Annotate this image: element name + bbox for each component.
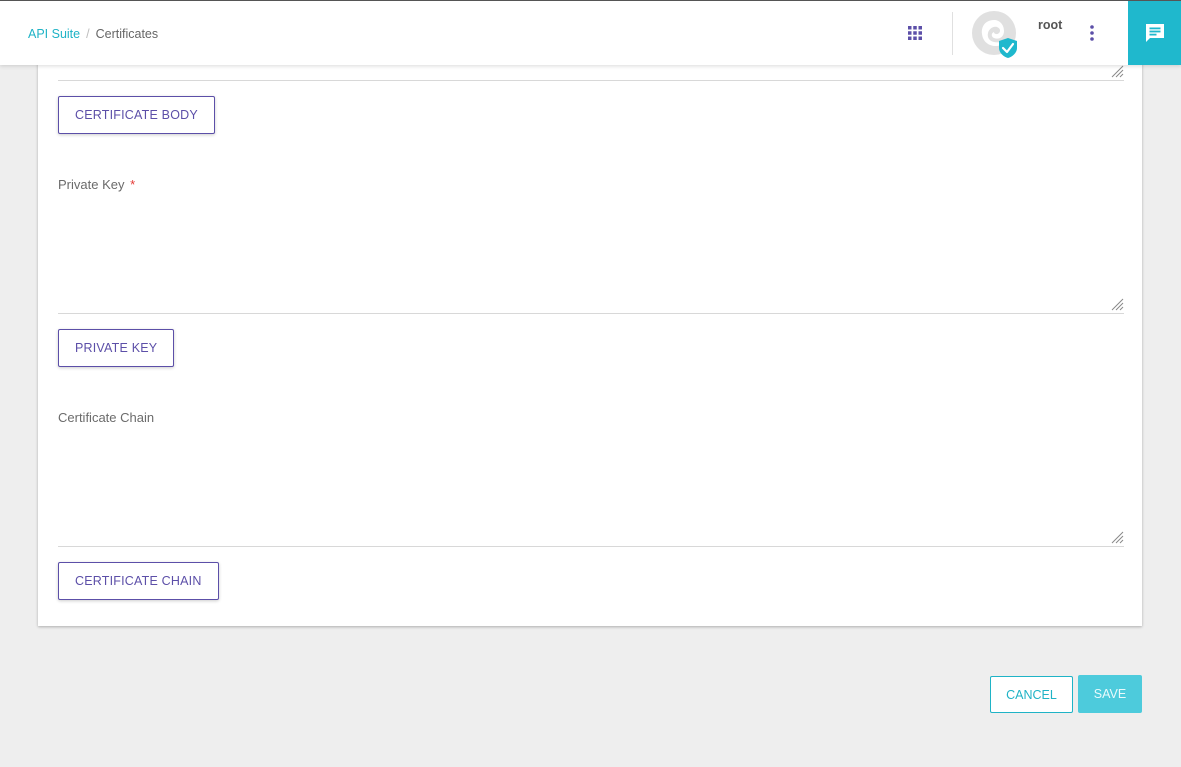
required-marker: *	[130, 177, 136, 192]
private-key-label: Private Key *	[58, 177, 135, 192]
resize-grip-icon[interactable]	[1110, 530, 1124, 544]
certificate-form-card: CERTIFICATE BODY Private Key * PRIVATE K…	[38, 0, 1142, 626]
save-button[interactable]: SAVE	[1078, 675, 1142, 713]
top-header: API Suite / Certificates root	[0, 0, 1181, 65]
resize-grip-icon[interactable]	[1110, 64, 1124, 78]
certificate-chain-label-text: Certificate Chain	[58, 410, 155, 425]
header-divider	[952, 12, 953, 55]
cancel-button[interactable]: CANCEL	[990, 676, 1073, 713]
breadcrumb: API Suite / Certificates	[28, 27, 158, 41]
resize-grip-icon[interactable]	[1110, 297, 1124, 311]
private-key-textarea-container	[58, 200, 1124, 314]
certificate-chain-textarea[interactable]	[58, 433, 1124, 546]
private-key-label-text: Private Key	[58, 177, 125, 192]
apps-grid-icon[interactable]	[907, 25, 923, 41]
private-key-upload-button[interactable]: PRIVATE KEY	[58, 329, 175, 367]
certificate-chain-label: Certificate Chain	[58, 410, 154, 425]
page: CERTIFICATE BODY Private Key * PRIVATE K…	[0, 0, 1181, 767]
username: root	[1038, 18, 1063, 32]
avatar-verified-icon[interactable]	[972, 11, 1020, 59]
certificate-chain-upload-button[interactable]: CERTIFICATE CHAIN	[58, 562, 219, 600]
chat-button[interactable]	[1128, 1, 1181, 65]
chat-icon	[1145, 24, 1164, 42]
more-vert-icon[interactable]	[1086, 23, 1098, 43]
breadcrumb-api-suite-link[interactable]: API Suite	[28, 27, 80, 41]
breadcrumb-separator: /	[86, 27, 90, 41]
private-key-textarea[interactable]	[58, 200, 1124, 313]
breadcrumb-current-page: Certificates	[95, 27, 159, 41]
certificate-body-upload-button[interactable]: CERTIFICATE BODY	[58, 96, 215, 134]
certificate-chain-textarea-container	[58, 433, 1124, 547]
